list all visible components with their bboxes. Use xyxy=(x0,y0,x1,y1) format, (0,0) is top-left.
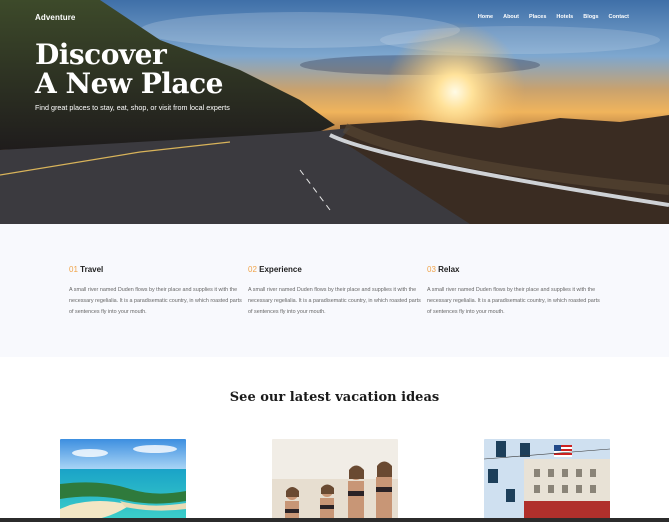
vacation-card-beach[interactable] xyxy=(60,439,186,522)
feature-text: A small river named Duden flows by their… xyxy=(248,287,421,315)
feature-title: 01 Travel xyxy=(69,265,247,274)
hero-title: Discover A New Place xyxy=(35,40,223,98)
bottom-bar xyxy=(0,518,669,522)
feature-experience: 02 Experience A small river named Duden … xyxy=(248,265,426,318)
vacation-card-friends[interactable] xyxy=(272,439,398,522)
hero-title-line1: Discover xyxy=(35,38,167,71)
features-section: 01 Travel A small river named Duden flow… xyxy=(0,224,669,357)
feature-label: Relax xyxy=(438,265,460,274)
nav-blogs[interactable]: Blogs xyxy=(583,14,598,20)
nav-places[interactable]: Places xyxy=(529,14,546,20)
feature-relax: 03 Relax A small river named Duden flows… xyxy=(427,265,605,318)
feature-number: 02 xyxy=(248,265,257,274)
section-title: See our latest vacation ideas xyxy=(229,390,440,405)
feature-text: A small river named Duden flows by their… xyxy=(427,287,600,315)
feature-text: A small river named Duden flows by their… xyxy=(69,287,242,315)
brand-logo[interactable]: Adventure xyxy=(35,13,75,22)
feature-travel: 01 Travel A small river named Duden flow… xyxy=(69,265,247,318)
vacation-card-city[interactable] xyxy=(484,439,610,522)
feature-label: Travel xyxy=(80,265,104,274)
nav-hotels[interactable]: Hotels xyxy=(556,14,573,20)
feature-number: 03 xyxy=(427,265,436,274)
nav-about[interactable]: About xyxy=(503,14,519,20)
hero-title-line2: A New Place xyxy=(35,67,223,100)
main-nav: Home About Places Hotels Blogs Contact xyxy=(468,14,629,20)
nav-contact[interactable]: Contact xyxy=(609,14,629,20)
nav-home[interactable]: Home xyxy=(478,14,493,20)
city-street-image xyxy=(484,439,610,522)
feature-number: 01 xyxy=(69,265,78,274)
hero-background-image xyxy=(0,0,669,224)
feature-label: Experience xyxy=(259,265,302,274)
beach-island-image xyxy=(60,439,186,522)
friends-beach-image xyxy=(272,439,398,522)
hero-banner: Adventure Home About Places Hotels Blogs… xyxy=(0,0,669,224)
feature-title: 03 Relax xyxy=(427,265,605,274)
feature-title: 02 Experience xyxy=(248,265,426,274)
hero-subtitle: Find great places to stay, eat, shop, or… xyxy=(35,103,230,112)
